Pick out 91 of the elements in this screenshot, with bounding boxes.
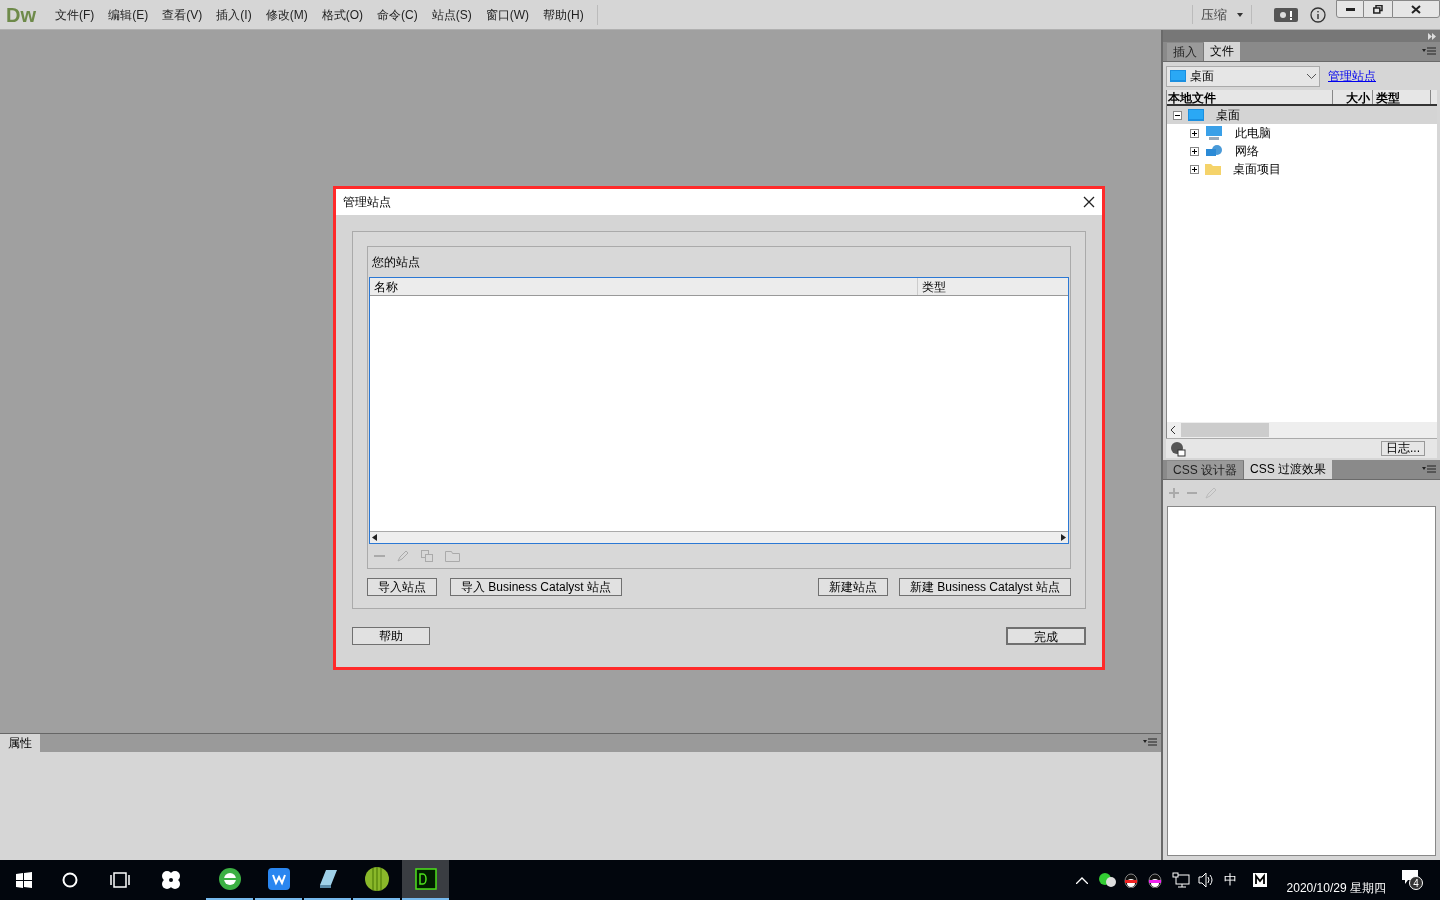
collapse-icon[interactable]	[1173, 110, 1182, 120]
network-icon	[1205, 144, 1223, 158]
close-button[interactable]	[1392, 0, 1440, 18]
striped-ball-icon[interactable]	[364, 867, 389, 891]
panel-tab[interactable]: 插入	[1167, 43, 1204, 61]
dreamweaver-icon[interactable]	[414, 868, 437, 890]
scroll-right-icon[interactable]	[1061, 534, 1066, 542]
column-header[interactable]: 本地文件	[1167, 90, 1333, 104]
menu-item[interactable]: 修改(M)	[258, 5, 315, 24]
panel-tab[interactable]: CSS 过渡效果	[1244, 460, 1333, 479]
scroll-left-icon[interactable]	[372, 534, 377, 542]
menu-item[interactable]: 格式(O)	[314, 5, 370, 24]
column-header[interactable]: 类型	[1373, 90, 1431, 104]
restore-icon	[1373, 4, 1383, 14]
minimize-icon	[1345, 7, 1355, 11]
penguin-icon[interactable]	[1123, 872, 1138, 888]
menu-item[interactable]: 窗口(W)	[478, 5, 536, 24]
column-header[interactable]: 大小	[1333, 90, 1373, 104]
menu-item[interactable]: 命令(C)	[370, 5, 425, 24]
tree-row[interactable]: 桌面项目	[1167, 160, 1437, 178]
panel-tab[interactable]: 文件	[1204, 42, 1240, 61]
expand-icon[interactable]	[1190, 128, 1199, 138]
globe-icon[interactable]	[1170, 440, 1186, 457]
dialog-title: 管理站点	[343, 194, 391, 211]
tree-row[interactable]: 此电脑	[1167, 124, 1437, 142]
monitor-icon	[1188, 109, 1204, 121]
new-site-button[interactable]: 新建站点	[817, 578, 888, 596]
tree-row[interactable]: 桌面	[1167, 106, 1437, 124]
group-label: 您的站点	[371, 254, 421, 271]
search-icon[interactable]	[62, 872, 78, 888]
tree-label: 此电脑	[1235, 125, 1271, 142]
log-button[interactable]: 日志...	[1381, 441, 1425, 456]
pinwheel-icon[interactable]	[160, 869, 182, 891]
horizontal-scrollbar[interactable]	[370, 531, 1068, 544]
folder-icon	[1205, 163, 1221, 175]
menu-item[interactable]: 插入(I)	[209, 5, 259, 24]
windows-start-icon[interactable]	[16, 872, 32, 888]
tree-label: 网络	[1235, 143, 1259, 160]
done-button[interactable]: 完成	[1006, 627, 1086, 645]
compress-dropdown[interactable]: 压缩	[1192, 4, 1252, 25]
tree-row[interactable]: 网络	[1167, 142, 1437, 160]
menu-item[interactable]: 查看(V)	[155, 5, 210, 24]
notification-count: 4	[1409, 876, 1423, 890]
monitor-icon	[1170, 70, 1186, 82]
restore-button[interactable]	[1364, 0, 1392, 18]
tree-label: 桌面	[1216, 107, 1240, 124]
location-dropdown[interactable]: 桌面	[1166, 65, 1320, 87]
horizontal-scrollbar[interactable]	[1167, 422, 1437, 438]
sites-list[interactable]: 名称 类型	[369, 277, 1069, 545]
minimize-button[interactable]	[1336, 0, 1364, 18]
menu-item[interactable]: 帮助(H)	[536, 5, 591, 24]
volume-icon[interactable]	[1197, 872, 1214, 888]
browser-icon[interactable]	[217, 867, 242, 891]
new-site-button[interactable]: 新建 Business Catalyst 站点	[898, 578, 1071, 596]
info-icon[interactable]	[1310, 6, 1326, 23]
import-button[interactable]: 导入 Business Catalyst 站点	[450, 578, 623, 596]
expand-icon[interactable]	[1190, 164, 1199, 174]
menu-item[interactable]: 文件(F)	[48, 5, 102, 24]
close-icon[interactable]	[1083, 196, 1095, 208]
column-header[interactable]: 类型	[918, 278, 950, 295]
chevron-down-icon	[1307, 73, 1316, 79]
caret-icon	[1237, 12, 1243, 17]
panel-tab[interactable]: CSS 设计器	[1167, 461, 1244, 479]
panel-menu-icon[interactable]	[1422, 47, 1436, 57]
chat-icon[interactable]	[1097, 873, 1116, 887]
panel-menu-icon[interactable]	[1422, 465, 1436, 475]
menu-item[interactable]: 编辑(E)	[101, 5, 156, 24]
tree-label: 桌面项目	[1233, 161, 1281, 178]
chevron-up-icon[interactable]	[1075, 876, 1088, 884]
network-icon[interactable]	[1171, 872, 1190, 888]
taskbar-app[interactable]	[402, 860, 449, 900]
computer-icon	[1205, 126, 1223, 140]
taskbar-date: 2020/10/29 星期四	[1286, 880, 1386, 897]
input-method-indicator[interactable]: 中	[1223, 870, 1237, 890]
column-header[interactable]: 名称	[370, 278, 918, 295]
panel-tab[interactable]: 属性	[0, 734, 40, 752]
app-logo: Dw	[6, 2, 36, 28]
sync-settings-icon[interactable]	[1274, 7, 1298, 22]
penguin-icon[interactable]	[1147, 872, 1162, 888]
document-app-icon[interactable]	[267, 868, 290, 890]
task-view-icon[interactable]	[110, 872, 130, 888]
help-button[interactable]: 帮助	[352, 627, 430, 645]
collapse-panels-icon[interactable]	[1428, 32, 1436, 40]
manage-sites-link[interactable]: 管理站点	[1328, 67, 1376, 85]
import-button[interactable]: 导入站点	[367, 578, 437, 596]
menu-item[interactable]: 站点(S)	[424, 5, 479, 24]
panel-menu-icon[interactable]	[1143, 738, 1157, 748]
scroll-left-icon[interactable]	[1170, 426, 1175, 434]
close-icon	[1411, 4, 1421, 14]
m-app-icon[interactable]	[1252, 873, 1267, 887]
expand-icon[interactable]	[1190, 146, 1199, 156]
